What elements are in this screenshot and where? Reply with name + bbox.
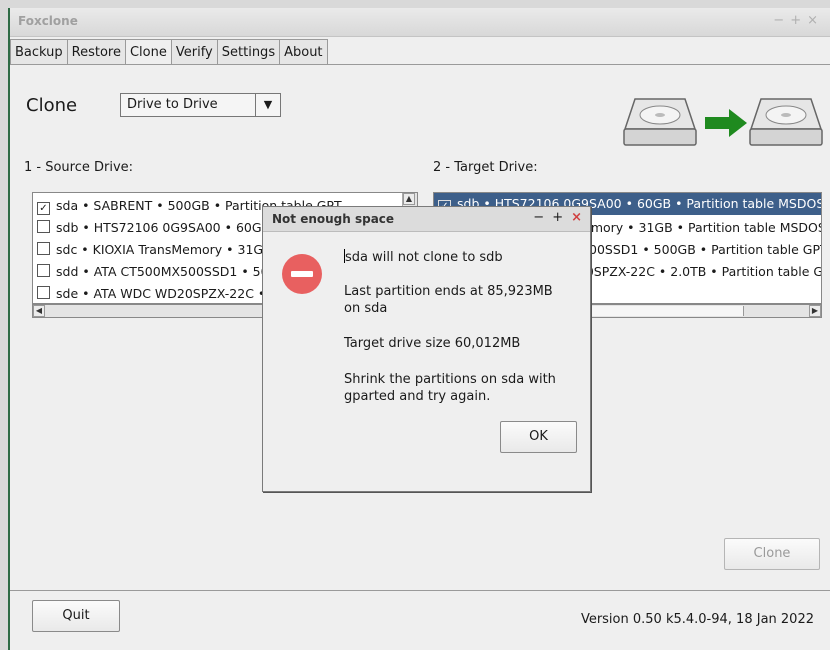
minimize-icon[interactable]: − [533,210,544,225]
maximize-icon[interactable]: + [790,13,807,28]
tab-backup[interactable]: Backup [10,39,68,65]
source-drive-label: 1 - Source Drive: [24,160,134,175]
scroll-right-icon[interactable]: ▶ [809,305,821,317]
clone-mode-value: Drive to Drive [127,97,218,112]
target-list-hscrollbar[interactable]: ▶ [590,304,822,318]
window-controls[interactable]: −+× [773,13,824,28]
ok-button[interactable]: OK [500,421,577,453]
target-disk-icon [749,98,823,146]
dialog-title: Not enough space [272,212,395,226]
error-dialog: Not enough space − + × sda will not clone … [262,206,591,492]
clone-mode-select[interactable]: Drive to Drive ▼ [120,93,281,117]
clone-button[interactable]: Clone [724,538,820,570]
tab-verify[interactable]: Verify [170,39,218,65]
chevron-down-icon[interactable]: ▼ [255,94,280,116]
title-bar[interactable]: Foxclone −+× [10,8,830,37]
checkbox-checked[interactable]: ✓ [37,202,50,215]
window-title: Foxclone [18,14,78,28]
dialog-line-2b: on sda [344,301,388,316]
dialog-window-controls[interactable]: − + × [533,210,582,225]
tab-about[interactable]: About [279,39,328,65]
close-icon[interactable]: × [807,13,824,28]
checkbox[interactable] [37,286,50,299]
dialog-line-4a: Shrink the partitions on sda with [344,372,556,387]
tab-bar: Backup Restore Clone Verify Settings Abo… [10,39,328,65]
maximize-icon[interactable]: + [552,210,563,225]
checkbox[interactable] [37,220,50,233]
source-list-hscrollbar[interactable]: ◀ [32,304,272,318]
target-drive-label: 2 - Target Drive: [433,160,538,175]
tab-settings[interactable]: Settings [216,39,281,65]
dialog-line-3: Target drive size 60,012MB [344,336,521,351]
minimize-icon[interactable]: − [773,13,790,28]
scroll-thumb[interactable] [591,306,744,316]
source-disk-icon [623,98,697,146]
checkbox[interactable] [37,264,50,277]
checkbox[interactable] [37,242,50,255]
tab-restore[interactable]: Restore [66,39,126,65]
dialog-title-bar[interactable]: Not enough space − + × [263,207,590,232]
scroll-up-icon[interactable]: ▲ [403,193,415,205]
close-icon[interactable]: × [571,210,582,225]
drive-to-drive-graphic [623,98,823,146]
quit-button[interactable]: Quit [32,600,120,632]
footer-divider [10,590,830,591]
page-title: Clone [26,95,78,116]
error-stop-icon [282,254,322,294]
dialog-line-4b: gparted and try again. [344,389,491,404]
scroll-left-icon[interactable]: ◀ [33,305,45,317]
arrow-right-icon [705,109,747,137]
tab-clone[interactable]: Clone [124,39,172,65]
dialog-line-1: sda will not clone to sdb [344,249,503,265]
dialog-line-2a: Last partition ends at 85,923MB [344,284,553,299]
version-label: Version 0.50 k5.4.0-94, 18 Jan 2022 [580,612,814,627]
